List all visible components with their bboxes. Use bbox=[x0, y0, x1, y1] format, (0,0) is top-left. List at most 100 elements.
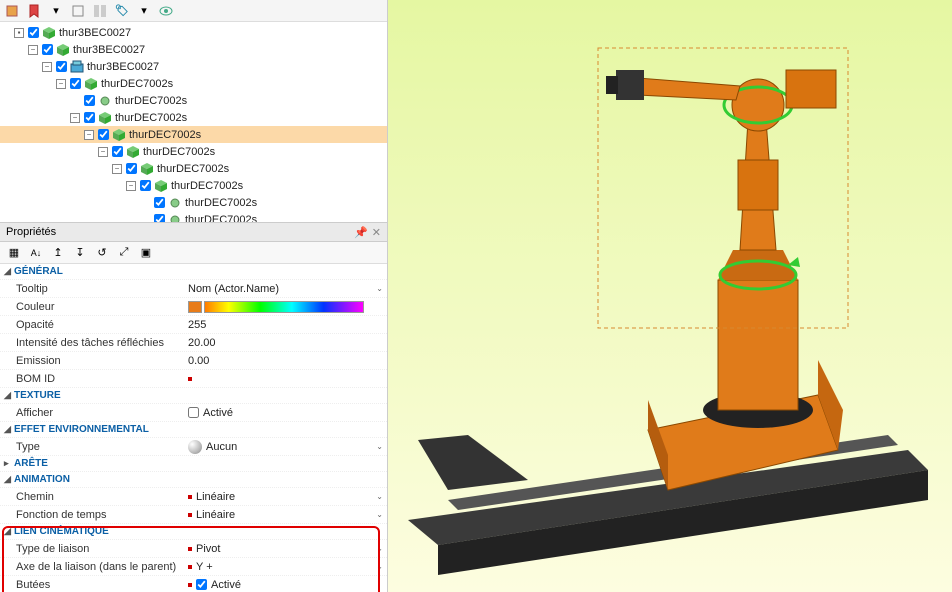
tree-checkbox[interactable] bbox=[56, 61, 67, 72]
bookmark-icon[interactable] bbox=[26, 3, 42, 19]
tree-row[interactable]: − thurDEC7002s bbox=[0, 109, 387, 126]
tree-checkbox[interactable] bbox=[70, 78, 81, 89]
prop-value[interactable]: Aucun⌄ bbox=[188, 440, 387, 454]
tree-toggle-icon[interactable]: − bbox=[98, 147, 108, 157]
dropdown-icon[interactable]: ▾ bbox=[136, 3, 152, 19]
prop-row: BOM ID bbox=[0, 370, 387, 388]
tree-toggle-icon[interactable]: − bbox=[28, 45, 38, 55]
modified-dot-icon bbox=[188, 565, 192, 569]
prop-value[interactable] bbox=[188, 377, 387, 381]
prop-value-text: Nom (Actor.Name) bbox=[188, 283, 279, 295]
chevron-down-icon[interactable]: ⌄ bbox=[376, 492, 383, 501]
cube-green-icon bbox=[56, 43, 70, 57]
eye-icon[interactable] bbox=[158, 3, 174, 19]
chevron-down-icon[interactable]: ⌄ bbox=[376, 442, 383, 451]
tree-toggle-icon[interactable]: − bbox=[56, 79, 66, 89]
tree-toggle-icon[interactable]: − bbox=[126, 181, 136, 191]
prop-value[interactable] bbox=[188, 301, 387, 313]
color-swatch[interactable] bbox=[188, 301, 202, 313]
tree-row[interactable]: − thurDEC7002s bbox=[0, 143, 387, 160]
tree-checkbox[interactable] bbox=[98, 129, 109, 140]
tree-row[interactable]: −thurDEC7002s bbox=[0, 75, 387, 92]
cube-green-icon bbox=[42, 26, 56, 40]
tree-label: thurDEC7002s bbox=[115, 112, 187, 124]
grid-icon[interactable]: ▦ bbox=[6, 245, 22, 261]
modified-dot-icon bbox=[188, 547, 192, 551]
sort-up-icon[interactable]: ↥ bbox=[50, 245, 66, 261]
fx-icon[interactable]: 🏷 bbox=[114, 3, 130, 19]
cube-green-icon bbox=[84, 77, 98, 91]
prop-value[interactable]: Activé bbox=[188, 579, 387, 591]
tree-checkbox[interactable] bbox=[154, 197, 165, 208]
prop-label: Intensité des tâches réfléchies bbox=[0, 337, 188, 349]
tree-row[interactable]: −thurDEC7002s bbox=[0, 126, 387, 143]
tree-row[interactable]: ▪ thur3BEC0027 bbox=[0, 24, 387, 41]
close-icon[interactable]: ✕ bbox=[372, 226, 381, 239]
section-arete[interactable]: ▸Arête bbox=[0, 456, 387, 472]
tree-checkbox[interactable] bbox=[112, 146, 123, 157]
filter-icon[interactable]: ▾ bbox=[48, 3, 64, 19]
prop-value[interactable]: Pivot⌄ bbox=[188, 543, 387, 555]
chevron-down-icon[interactable]: ⌄ bbox=[376, 510, 383, 519]
cube-icon[interactable] bbox=[4, 3, 20, 19]
assembly-tree[interactable]: ▪thur3BEC0027−thur3BEC0027−thur3BEC0027−… bbox=[0, 22, 387, 222]
tree-toggle-icon[interactable]: ▪ bbox=[14, 28, 24, 38]
tree-row[interactable]: thurDEC7002s bbox=[0, 194, 387, 211]
tree-toggle-icon[interactable]: − bbox=[112, 164, 122, 174]
az-sort-icon[interactable]: A↓ bbox=[28, 245, 44, 261]
prop-value-text: 20.00 bbox=[188, 337, 216, 349]
chevron-down-icon[interactable]: ⌄ bbox=[376, 562, 383, 571]
chevron-down-icon[interactable]: ⌄ bbox=[376, 284, 383, 293]
tree-checkbox[interactable] bbox=[84, 112, 95, 123]
prop-value[interactable]: Linéaire⌄ bbox=[188, 491, 387, 503]
tree-checkbox[interactable] bbox=[126, 163, 137, 174]
section-general[interactable]: ◢Général bbox=[0, 264, 387, 280]
section-env[interactable]: ◢Effet environnemental bbox=[0, 422, 387, 438]
3d-viewport[interactable] bbox=[388, 0, 952, 592]
sort-down-icon[interactable]: ↧ bbox=[72, 245, 88, 261]
tree-checkbox[interactable] bbox=[42, 44, 53, 55]
chevron-down-icon[interactable]: ⌄ bbox=[376, 544, 383, 553]
expand-icon[interactable]: ⤢ bbox=[116, 245, 132, 261]
tree-row[interactable]: −thur3BEC0027 bbox=[0, 58, 387, 75]
tree-toggle-icon[interactable]: − bbox=[84, 130, 94, 140]
prop-value[interactable]: 255 bbox=[188, 319, 387, 331]
prop-label: Type bbox=[0, 441, 188, 453]
reset-icon[interactable]: ↺ bbox=[94, 245, 110, 261]
prop-value-text: Linéaire bbox=[196, 509, 235, 521]
prop-checkbox[interactable] bbox=[196, 579, 207, 590]
prop-value[interactable]: Y +⌄ bbox=[188, 561, 387, 573]
sphere-icon bbox=[188, 440, 202, 454]
color-gradient[interactable] bbox=[204, 301, 364, 313]
prop-value[interactable]: Linéaire ⌄ bbox=[188, 509, 387, 521]
prop-value[interactable]: 0.00 bbox=[188, 355, 387, 367]
square-icon[interactable] bbox=[70, 3, 86, 19]
target-icon[interactable]: ▣ bbox=[138, 245, 154, 261]
pin-icon[interactable]: 📌 bbox=[354, 226, 368, 239]
prop-value[interactable]: 20.00 bbox=[188, 337, 387, 349]
tree-checkbox[interactable] bbox=[140, 180, 151, 191]
section-kin[interactable]: ◢Lien cinématique bbox=[0, 524, 387, 540]
tree-label: thurDEC7002s bbox=[143, 146, 215, 158]
tree-toggle-icon[interactable]: − bbox=[42, 62, 52, 72]
tree-row[interactable]: −thurDEC7002s bbox=[0, 160, 387, 177]
tree-row[interactable]: thurDEC7002s bbox=[0, 211, 387, 222]
tree-row[interactable]: thurDEC7002s bbox=[0, 92, 387, 109]
prop-value[interactable]: Nom (Actor.Name) ⌄ bbox=[188, 283, 387, 295]
tree-row[interactable]: −thurDEC7002s bbox=[0, 177, 387, 194]
prop-value[interactable]: Activé bbox=[188, 407, 387, 419]
tree-label: thur3BEC0027 bbox=[59, 27, 131, 39]
section-anim[interactable]: ◢Animation bbox=[0, 472, 387, 488]
tree-checkbox[interactable] bbox=[84, 95, 95, 106]
tree-row[interactable]: −thur3BEC0027 bbox=[0, 41, 387, 58]
prop-label: Emission bbox=[0, 355, 188, 367]
tree-checkbox[interactable] bbox=[154, 214, 165, 222]
columns-icon[interactable] bbox=[92, 3, 108, 19]
section-texture[interactable]: ◢Texture bbox=[0, 388, 387, 404]
tree-label: thurDEC7002s bbox=[185, 197, 257, 209]
prop-row: Emission0.00 bbox=[0, 352, 387, 370]
tree-toggle-icon[interactable]: − bbox=[70, 113, 80, 123]
prop-row: AfficherActivé bbox=[0, 404, 387, 422]
prop-checkbox[interactable] bbox=[188, 407, 199, 418]
tree-checkbox[interactable] bbox=[28, 27, 39, 38]
